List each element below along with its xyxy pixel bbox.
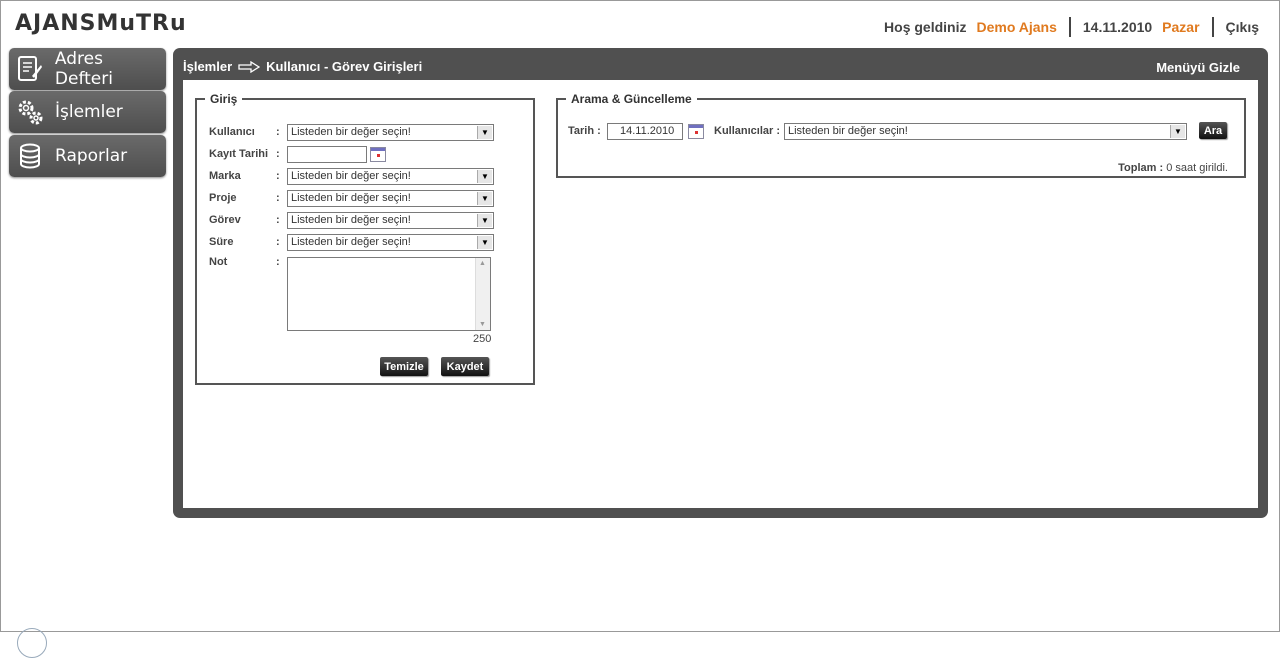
user-select[interactable]: Listeden bir değer seçin! ▼ <box>287 124 494 141</box>
search-date-input[interactable]: 14.11.2010 <box>607 123 683 140</box>
entry-fieldset: Giriş Kullanıcı : Listeden bir değer seç… <box>195 92 535 385</box>
duration-select-value: Listeden bir değer seçin! <box>291 236 411 248</box>
breadcrumb-root[interactable]: İşlemler <box>183 59 232 74</box>
chevron-down-icon[interactable]: ▼ <box>1170 125 1185 138</box>
sidebar-item-address-book[interactable]: Adres Defteri <box>9 48 166 90</box>
current-date: 14.11.2010 <box>1082 19 1153 35</box>
divider <box>1068 17 1071 37</box>
task-select[interactable]: Listeden bir değer seçin! ▼ <box>287 212 494 229</box>
task-select-value: Listeden bir değer seçin! <box>291 214 411 226</box>
colon: : <box>276 214 280 226</box>
project-select[interactable]: Listeden bir değer seçin! ▼ <box>287 190 494 207</box>
colon: : <box>276 148 280 160</box>
sidebar-item-label: Adres Defteri <box>54 49 113 89</box>
note-scrollbar[interactable]: ▲ ▼ <box>475 258 490 330</box>
note-textarea[interactable]: ▲ ▼ <box>287 257 491 331</box>
topbar: Hoş geldiniz Demo Ajans 14.11.2010 Pazar… <box>884 17 1259 37</box>
chevron-down-icon[interactable]: ▼ <box>477 126 492 139</box>
arrow-right-icon <box>238 60 261 73</box>
sidebar-item-operations[interactable]: İşlemler <box>9 91 166 133</box>
calendar-icon[interactable] <box>688 124 704 139</box>
users-select[interactable]: Listeden bir değer seçin! ▼ <box>784 123 1187 140</box>
user-label: Kullanıcı <box>209 126 255 138</box>
date-label: Tarih : <box>568 125 601 137</box>
entry-legend: Giriş <box>210 92 238 106</box>
app-logo: AJANSMuTRu <box>15 11 187 36</box>
duration-label: Süre <box>209 236 234 248</box>
divider <box>1211 17 1214 37</box>
organization-name: Demo Ajans <box>976 19 1057 35</box>
main-panel: İşlemler Kullanıcı - Görev Girişleri Men… <box>173 48 1268 518</box>
colon: : <box>276 256 280 268</box>
record-date-input[interactable] <box>287 146 367 163</box>
sidebar-item-reports[interactable]: Raporlar <box>9 135 166 177</box>
search-legend: Arama & Güncelleme <box>571 92 692 106</box>
sidebar-item-label: İşlemler <box>55 102 123 122</box>
search-fieldset: Arama & Güncelleme Tarih : 14.11.2010 Ku… <box>556 92 1246 178</box>
colon: : <box>276 236 280 248</box>
users-label: Kullanıcılar : <box>714 125 781 137</box>
colon: : <box>276 170 280 182</box>
chevron-down-icon[interactable]: ▼ <box>477 170 492 183</box>
address-book-icon <box>15 54 45 84</box>
users-select-value: Listeden bir değer seçin! <box>788 125 908 137</box>
hide-menu-link[interactable]: Menüyü Gizle <box>1156 60 1240 75</box>
breadcrumb: İşlemler Kullanıcı - Görev Girişleri <box>183 59 422 74</box>
total-value: 0 saat girildi. <box>1166 162 1228 174</box>
welcome-text: Hoş geldiniz <box>884 19 967 35</box>
current-day: Pazar <box>1162 19 1200 35</box>
note-label: Not <box>209 256 228 268</box>
scroll-up-icon[interactable]: ▲ <box>479 260 486 267</box>
record-date-label: Kayıt Tarihi <box>209 148 269 160</box>
gears-icon <box>15 97 45 127</box>
brand-select[interactable]: Listeden bir değer seçin! ▼ <box>287 168 494 185</box>
scroll-down-icon[interactable]: ▼ <box>479 321 486 328</box>
save-button[interactable]: Kaydet <box>441 357 489 376</box>
project-label: Proje <box>209 192 237 204</box>
total-label: Toplam : <box>1118 162 1164 174</box>
brand-select-value: Listeden bir değer seçin! <box>291 170 411 182</box>
logout-link[interactable]: Çıkış <box>1226 19 1259 35</box>
user-select-value: Listeden bir değer seçin! <box>291 126 411 138</box>
colon: : <box>276 126 280 138</box>
breadcrumb-page: Kullanıcı - Görev Girişleri <box>266 59 423 74</box>
chevron-down-icon[interactable]: ▼ <box>477 214 492 227</box>
clear-button[interactable]: Temizle <box>380 357 428 376</box>
task-label: Görev <box>209 214 241 226</box>
chevron-down-icon[interactable]: ▼ <box>477 236 492 249</box>
project-select-value: Listeden bir değer seçin! <box>291 192 411 204</box>
search-button[interactable]: Ara <box>1199 122 1227 139</box>
calendar-icon[interactable] <box>370 147 386 162</box>
sidebar-item-label: Raporlar <box>55 146 128 166</box>
duration-select[interactable]: Listeden bir değer seçin! ▼ <box>287 234 494 251</box>
brand-label: Marka <box>209 170 241 182</box>
content-area: Giriş Kullanıcı : Listeden bir değer seç… <box>183 80 1258 508</box>
status-circle <box>17 628 47 658</box>
database-icon <box>15 141 45 171</box>
char-counter: 250 <box>473 333 492 345</box>
chevron-down-icon[interactable]: ▼ <box>477 192 492 205</box>
total-summary: Toplam : 0 saat girildi. <box>1118 162 1228 174</box>
colon: : <box>276 192 280 204</box>
